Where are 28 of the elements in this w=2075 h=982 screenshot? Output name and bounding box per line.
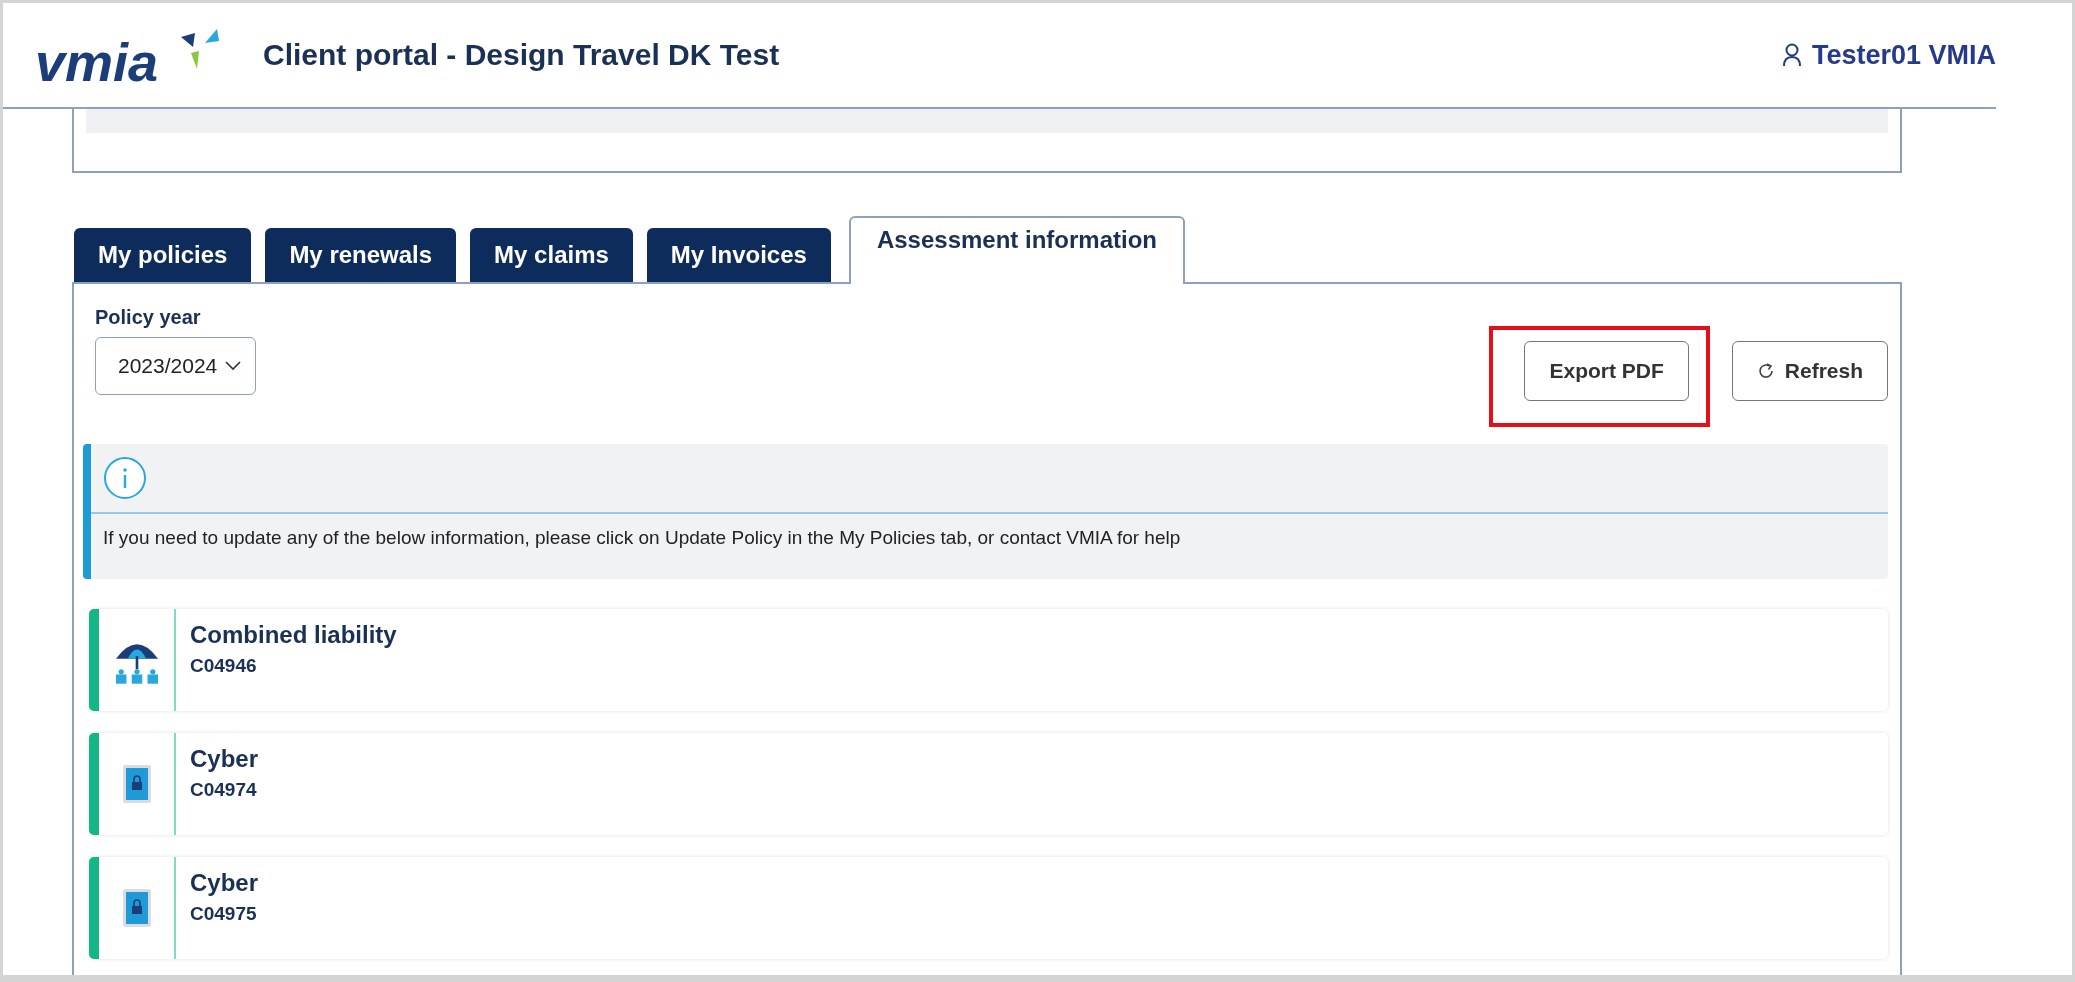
- export-button[interactable]: Export PDF: [1524, 341, 1689, 401]
- policy-name: Cyber: [190, 745, 259, 773]
- tab[interactable]: My Invoices: [646, 228, 831, 282]
- info-message: If you need to update any of the below information, please click on Update Policy in the My Policies tab, or contact VMIA for help: [102, 526, 1182, 550]
- policy-card[interactable]: Cyber C04974: [89, 733, 1888, 835]
- vmia-logo: vmia: [35, 23, 225, 87]
- tablet-lock-icon: [121, 764, 152, 804]
- policy-name: Combined liability: [190, 621, 397, 649]
- chevron-down-icon: [225, 361, 242, 371]
- refresh-button[interactable]: Refresh: [1731, 341, 1888, 401]
- policy-number: C04975: [190, 903, 258, 925]
- policy-card[interactable]: Combined liability C04946: [89, 609, 1888, 711]
- policy-number: C04946: [190, 655, 258, 677]
- tab[interactable]: My claims: [470, 228, 633, 282]
- refresh-icon: [1756, 362, 1775, 380]
- info-icon: [103, 456, 147, 500]
- user-icon: [1781, 43, 1802, 67]
- policy-year-dropdown[interactable]: 2023/2024: [95, 337, 257, 395]
- policy-number: C04974: [190, 779, 258, 801]
- tab[interactable]: Assessment information: [848, 216, 1185, 284]
- portal-title: Client portal - Design Travel DK Test: [263, 38, 780, 72]
- field-label: Policy year: [95, 306, 202, 329]
- user-menu[interactable]: Tester01 VMIA: [1781, 39, 1996, 71]
- tablet-lock-icon: [121, 888, 152, 928]
- policy-name: Cyber: [190, 869, 259, 897]
- policy-card[interactable]: Cyber C04975: [89, 857, 1888, 959]
- tab[interactable]: My renewals: [265, 228, 457, 282]
- tab[interactable]: My policies: [74, 228, 252, 282]
